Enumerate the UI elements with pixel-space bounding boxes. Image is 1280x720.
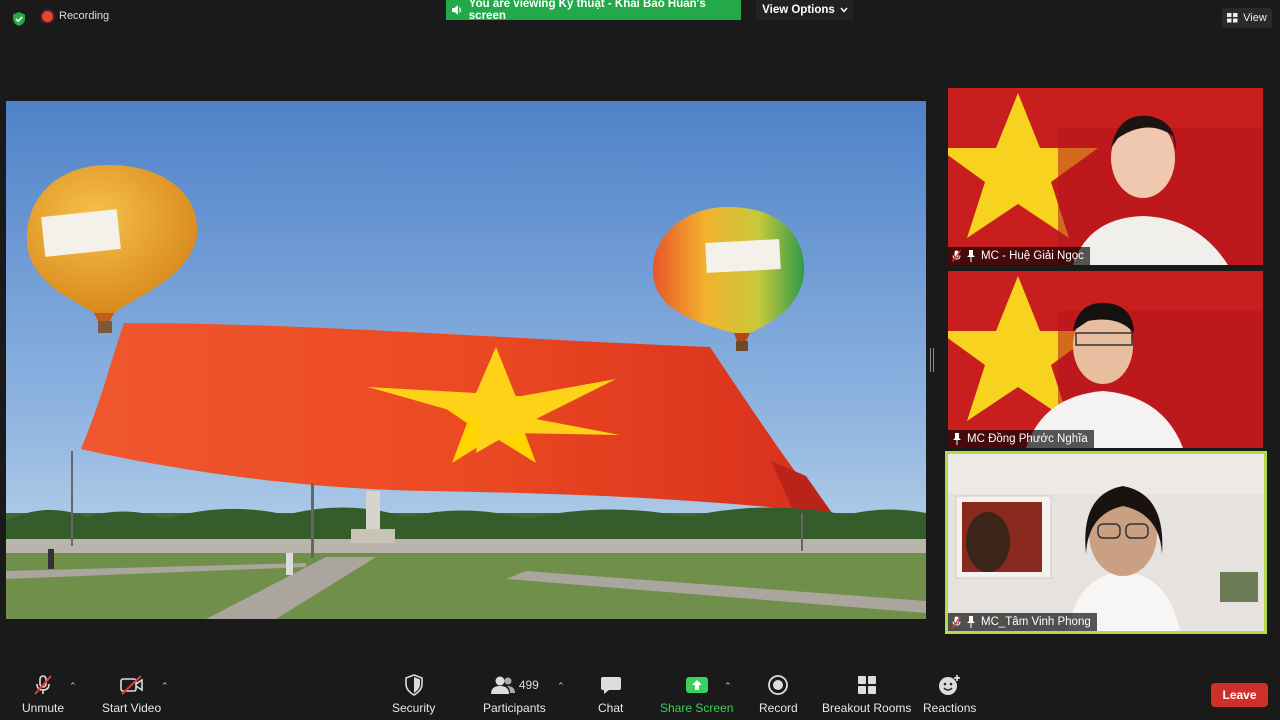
participants-label: Participants [483,701,546,715]
chat-label: Chat [598,701,624,715]
mic-muted-icon [952,250,961,262]
recording-indicator[interactable]: Recording [42,10,109,22]
unmute-button[interactable]: Unmute [22,673,64,715]
viewing-banner-text: You are viewing Kỹ thuật - Khải Bảo Huấn… [468,0,706,22]
breakout-rooms-button[interactable]: Breakout Rooms [822,673,911,715]
share-options-chevron-icon[interactable]: ⌃ [724,681,732,692]
participant-name-tag-1: MC - Huệ Giải Ngọc [948,247,1090,265]
participants-button[interactable]: 499 Participants [483,673,546,715]
pin-icon [967,616,975,628]
chat-icon [600,677,621,694]
share-screen-button[interactable]: Share Screen [660,673,733,715]
view-options-button[interactable]: View Options [756,0,854,20]
shared-screen-image [6,101,926,619]
record-button[interactable]: Record [759,673,798,715]
start-video-button[interactable]: Start Video [102,673,161,715]
participant-video-3 [948,454,1264,631]
mic-muted-icon [952,616,961,628]
shared-screen [6,101,926,619]
view-label: View [1243,12,1267,24]
chat-button[interactable]: Chat [598,673,623,715]
record-icon [768,675,789,695]
meeting-toolbar: Unmute ⌃ Start Video ⌃ Security 499 Part… [0,665,1280,720]
video-tile-3-active-speaker[interactable]: MC_Tâm Vinh Phong [945,451,1267,634]
participant-video-1 [948,88,1263,265]
start-video-label: Start Video [102,701,162,715]
speaker-icon [451,5,461,15]
pin-icon [967,250,975,262]
participant-name-tag-2: MC Đồng Phước Nghĩa [948,430,1094,448]
audio-options-chevron-icon[interactable]: ⌃ [69,681,77,692]
reactions-button[interactable]: Reactions [923,673,976,715]
recording-label: Recording [59,10,110,22]
viewing-screen-banner: You are viewing Kỹ thuật - Khải Bảo Huấn… [446,0,741,22]
unmute-label: Unmute [22,701,65,715]
participant-name-tag-3: MC_Tâm Vinh Phong [948,613,1097,631]
participants-count: 499 [518,678,539,692]
view-button[interactable]: View [1222,8,1272,28]
mic-muted-icon [34,675,52,695]
recording-dot-icon [42,10,53,22]
breakout-rooms-label: Breakout Rooms [822,701,912,715]
chevron-down-icon [840,7,848,13]
breakout-rooms-icon [857,676,876,694]
record-label: Record [759,701,798,715]
security-button[interactable]: Security [392,673,435,715]
share-screen-icon [685,677,708,693]
participant-video-2 [948,271,1263,448]
panel-resize-handle[interactable] [930,348,934,372]
participant-name-3: MC_Tâm Vinh Phong [981,616,1091,628]
video-tile-2[interactable]: MC Đồng Phước Nghĩa [948,271,1263,448]
participant-name-2: MC Đồng Phước Nghĩa [967,433,1088,445]
share-screen-label: Share Screen [660,701,734,715]
reactions-smiley-icon [938,675,960,695]
video-options-chevron-icon[interactable]: ⌃ [161,681,169,692]
security-shield-icon[interactable] [11,11,27,27]
view-options-label: View Options [762,4,835,16]
security-label: Security [392,701,436,715]
shield-icon [404,674,423,696]
leave-button[interactable]: Leave [1211,683,1268,707]
pin-icon [953,433,961,445]
video-tile-1[interactable]: MC - Huệ Giải Ngọc [948,88,1263,265]
grid-view-icon [1227,13,1238,23]
participants-options-chevron-icon[interactable]: ⌃ [557,681,565,692]
participant-name-1: MC - Huệ Giải Ngọc [981,250,1084,262]
reactions-label: Reactions [923,701,977,715]
participants-icon [490,676,515,694]
video-off-icon [119,675,143,695]
